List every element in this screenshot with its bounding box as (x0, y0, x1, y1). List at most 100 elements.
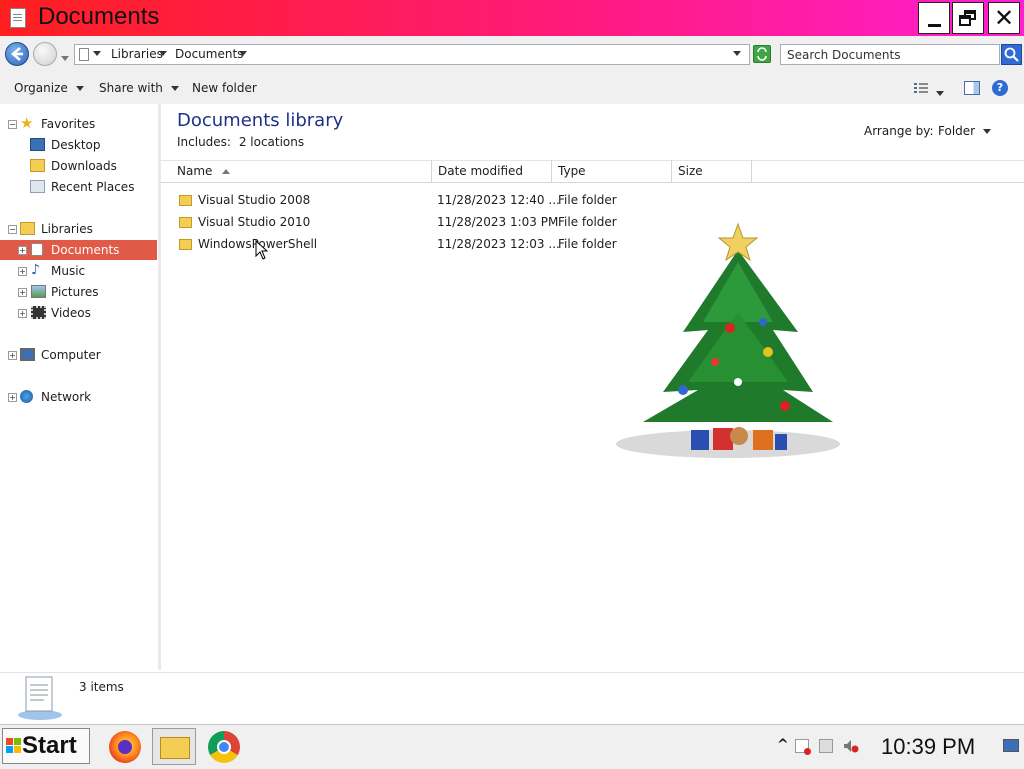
file-row[interactable]: Visual Studio 2008 11/28/2023 12:40 ... … (161, 190, 761, 212)
address-bar[interactable]: Libraries Documents (74, 44, 750, 65)
collapse-icon[interactable]: − (8, 225, 17, 234)
arrange-by-dropdown[interactable]: Folder (938, 124, 992, 138)
new-folder-button[interactable]: New folder (192, 81, 257, 95)
nav-network[interactable]: + Network (0, 387, 157, 407)
search-button[interactable] (1001, 44, 1022, 65)
refresh-icon (757, 47, 767, 61)
sort-ascending-icon (222, 169, 231, 174)
nav-downloads[interactable]: Downloads (0, 156, 157, 176)
nav-videos[interactable]: + Videos (0, 303, 157, 323)
nav-favorites-label: Favorites (41, 117, 96, 131)
file-type: File folder (558, 193, 617, 207)
file-list-pane: Documents library Includes: 2 locations … (161, 104, 1024, 670)
minimize-icon (927, 23, 941, 27)
close-icon: ✕ (993, 4, 1015, 32)
start-button[interactable]: Start (2, 728, 90, 764)
address-row: Libraries Documents Search Documents (0, 36, 1024, 73)
title-bar[interactable]: Documents ✕ (0, 0, 1024, 36)
nav-computer[interactable]: + Computer (0, 345, 157, 365)
address-history-dropdown[interactable] (733, 51, 741, 56)
christmas-tree-image (616, 222, 840, 458)
network-tray-icon[interactable] (819, 739, 833, 753)
organize-menu[interactable]: Organize (14, 81, 84, 95)
windows-logo-icon (6, 738, 21, 753)
share-with-menu[interactable]: Share with (99, 81, 179, 95)
file-date: 11/28/2023 12:40 ... (437, 193, 560, 207)
view-dropdown[interactable] (936, 86, 944, 100)
nav-recent-places-label: Recent Places (51, 180, 135, 194)
file-type: File folder (558, 237, 617, 251)
close-button[interactable]: ✕ (988, 2, 1020, 34)
details-view-icon (914, 83, 928, 93)
includes-locations-link[interactable]: 2 locations (239, 135, 304, 149)
help-button[interactable]: ? (992, 80, 1008, 96)
expand-icon[interactable]: + (18, 267, 27, 276)
file-explorer-taskbar-button[interactable] (152, 728, 196, 765)
includes-label: Includes: (177, 135, 231, 149)
computer-icon (20, 348, 35, 361)
start-label: Start (22, 732, 77, 759)
recent-pages-dropdown[interactable] (61, 51, 69, 65)
view-options-button[interactable] (914, 82, 928, 94)
column-date-modified[interactable]: Date modified (432, 160, 552, 183)
nav-music[interactable]: + ♪ Music (0, 261, 157, 281)
nav-documents-label: Documents (51, 243, 120, 257)
preview-pane-button[interactable] (964, 81, 980, 95)
column-name[interactable]: Name (171, 160, 432, 183)
breadcrumb-libraries[interactable]: Libraries (111, 47, 163, 61)
collapse-icon[interactable]: − (8, 120, 17, 129)
expand-icon[interactable]: + (18, 288, 27, 297)
minimize-button[interactable] (918, 2, 950, 34)
nav-libraries[interactable]: − Libraries (0, 219, 157, 239)
firefox-icon[interactable] (109, 731, 141, 763)
folder-icon (179, 195, 192, 206)
expand-icon[interactable]: + (8, 393, 17, 402)
chevron-icon[interactable] (159, 51, 167, 56)
downloads-folder-icon (30, 159, 45, 172)
chevron-down-icon (170, 86, 179, 91)
breadcrumb-documents[interactable]: Documents (175, 47, 243, 61)
back-arrow-icon (11, 47, 23, 61)
document-icon (10, 8, 26, 28)
taskbar: Start ^ 10:39 PM (0, 724, 1024, 769)
mouse-cursor-icon (255, 240, 269, 260)
nav-desktop-label: Desktop (51, 138, 101, 152)
nav-recent-places[interactable]: Recent Places (0, 177, 157, 197)
volume-icon[interactable] (843, 739, 859, 753)
expand-icon[interactable]: + (18, 309, 27, 318)
clock[interactable]: 10:39 PM (881, 734, 975, 760)
nav-favorites[interactable]: − ★ Favorites (0, 114, 157, 134)
show-desktop-button[interactable] (1003, 739, 1019, 752)
network-icon (20, 390, 33, 403)
chrome-icon[interactable] (208, 731, 240, 763)
expand-icon[interactable]: + (18, 246, 27, 255)
file-name: Visual Studio 2010 (198, 215, 311, 229)
action-center-icon[interactable] (795, 739, 811, 755)
search-placeholder: Search Documents (787, 48, 901, 62)
nav-desktop[interactable]: Desktop (0, 135, 157, 155)
folder-icon (179, 217, 192, 228)
file-name: Visual Studio 2008 (198, 193, 311, 207)
videos-icon (31, 306, 46, 319)
column-type[interactable]: Type (552, 160, 672, 183)
nav-documents[interactable]: + Documents (0, 240, 157, 260)
column-size[interactable]: Size (672, 160, 752, 183)
refresh-button[interactable] (753, 45, 771, 63)
nav-network-label: Network (41, 390, 92, 404)
folder-icon (160, 737, 190, 759)
chevron-icon[interactable] (93, 51, 101, 56)
back-button[interactable] (5, 42, 29, 66)
nav-pictures[interactable]: + Pictures (0, 282, 157, 302)
forward-button[interactable] (33, 42, 57, 66)
nav-libraries-label: Libraries (41, 222, 93, 236)
restore-icon (959, 10, 977, 26)
recent-places-icon (30, 180, 45, 193)
pictures-icon (31, 285, 46, 298)
chevron-icon[interactable] (239, 51, 247, 56)
nav-music-label: Music (51, 264, 86, 278)
tray-expand-button[interactable]: ^ (777, 737, 789, 753)
expand-icon[interactable]: + (8, 351, 17, 360)
search-input[interactable]: Search Documents (780, 44, 1000, 65)
library-title: Documents library (177, 110, 344, 131)
maximize-button[interactable] (952, 2, 984, 34)
